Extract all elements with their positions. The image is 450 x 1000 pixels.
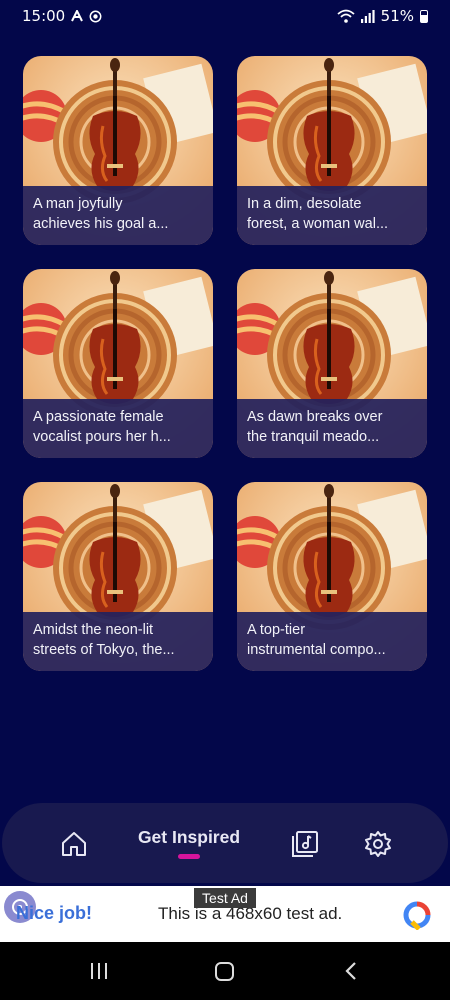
card-caption: A passionate female vocalist pours her h…	[23, 399, 213, 458]
card-caption: Amidst the neon-lit streets of Tokyo, th…	[23, 612, 213, 671]
get-inspired-tab[interactable]: Get Inspired	[130, 821, 248, 865]
home-icon[interactable]	[58, 828, 90, 860]
caption-line-2: vocalist pours her h...	[33, 429, 171, 445]
home-button-icon[interactable]	[214, 960, 236, 986]
story-card[interactable]: In a dim, desolate forest, a woman wal..…	[237, 56, 427, 245]
caption-line-1: A top-tier	[247, 622, 306, 638]
story-card[interactable]: A top-tier instrumental compo...	[237, 482, 427, 671]
caption-line-1: Amidst the neon-lit	[33, 622, 154, 638]
bottom-navigation: Get Inspired	[2, 803, 448, 883]
status-bar: 15:00 51%	[0, 0, 450, 32]
battery-percent: 51%	[380, 7, 414, 25]
ad-choices-icon[interactable]	[402, 900, 432, 931]
recent-apps-icon[interactable]	[89, 960, 109, 986]
ad-nice-text: Nice job!	[16, 903, 93, 923]
wifi-icon	[337, 9, 355, 23]
a-icon	[71, 10, 84, 22]
active-indicator	[178, 854, 200, 859]
card-caption: In a dim, desolate forest, a woman wal..…	[237, 186, 427, 245]
story-grid: A man joyfully achieves his goal a... In…	[23, 56, 427, 671]
caption-line-2: streets of Tokyo, the...	[33, 642, 175, 658]
status-right: 51%	[337, 7, 428, 25]
caption-line-2: forest, a woman wal...	[247, 216, 389, 232]
story-card[interactable]: A man joyfully achieves his goal a...	[23, 56, 213, 245]
card-caption: As dawn breaks over the tranquil meado..…	[237, 399, 427, 458]
test-ad-label: Test Ad	[194, 888, 256, 908]
caption-line-1: As dawn breaks over	[247, 409, 383, 425]
caption-line-2: achieves his goal a...	[33, 216, 169, 232]
story-card[interactable]: As dawn breaks over the tranquil meado..…	[237, 269, 427, 458]
back-icon[interactable]	[343, 960, 359, 986]
story-card[interactable]: Amidst the neon-lit streets of Tokyo, th…	[23, 482, 213, 671]
card-caption: A man joyfully achieves his goal a...	[23, 186, 213, 245]
card-caption: A top-tier instrumental compo...	[237, 612, 427, 671]
caption-line-1: A passionate female	[33, 409, 164, 425]
caption-line-1: In a dim, desolate	[247, 196, 362, 212]
battery-icon	[420, 9, 428, 23]
music-library-icon[interactable]	[289, 828, 321, 860]
settings-icon[interactable]	[362, 828, 394, 860]
caption-line-1: A man joyfully	[33, 196, 123, 212]
caption-line-2: instrumental compo...	[247, 642, 386, 658]
signal-icon	[360, 9, 375, 23]
status-time: 15:00	[22, 7, 66, 25]
get-inspired-label: Get Inspired	[137, 827, 241, 847]
caption-line-2: the tranquil meado...	[247, 429, 380, 445]
record-icon	[89, 10, 102, 23]
status-left: 15:00	[22, 7, 102, 25]
story-card[interactable]: A passionate female vocalist pours her h…	[23, 269, 213, 458]
